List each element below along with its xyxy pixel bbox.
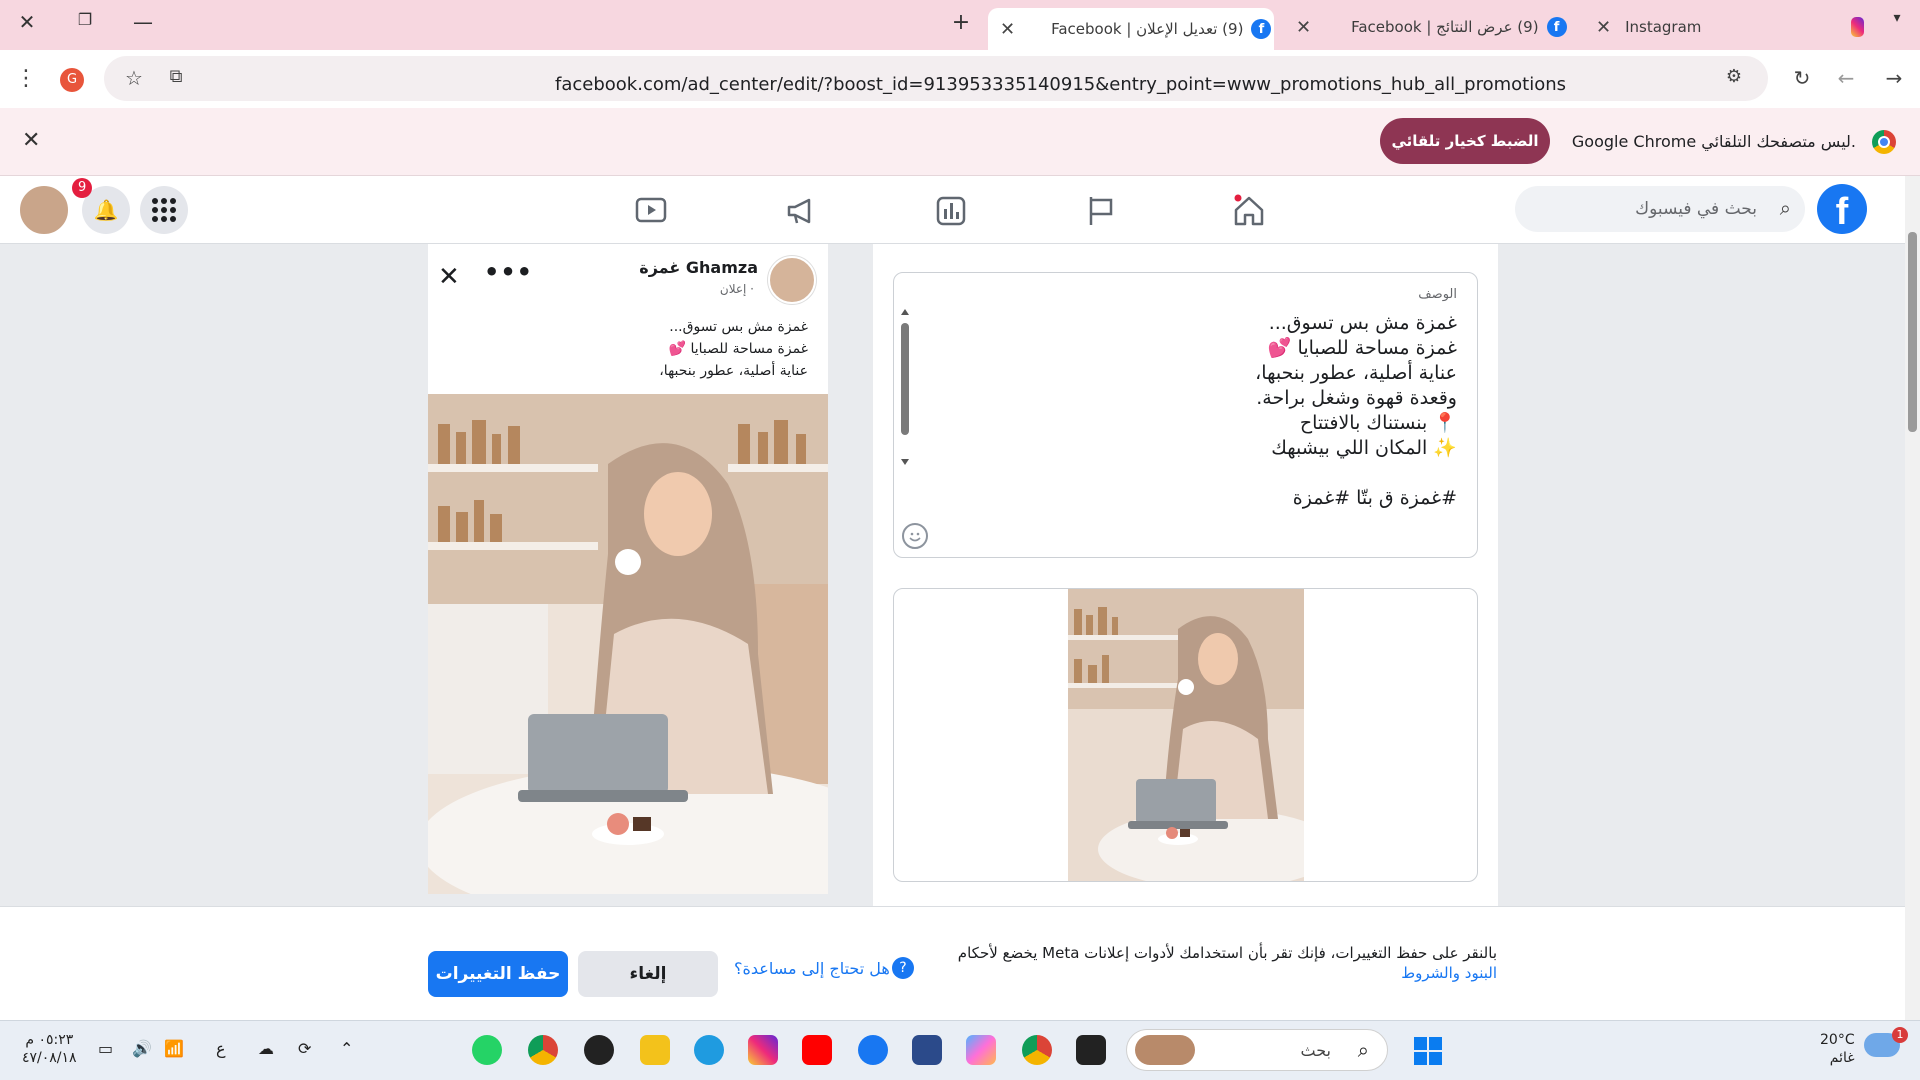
browser-toolbar: ⋮ ☆ ⧉ facebook.com/ad_center/edit/?boost… [0, 50, 1920, 108]
tab-close-icon[interactable]: ✕ [1000, 19, 1015, 40]
search-icon: ⌕ [1357, 1038, 1369, 1062]
facebook-logo[interactable]: f [1817, 184, 1867, 234]
tab-close-icon[interactable]: ✕ [1296, 17, 1311, 38]
more-options-icon[interactable]: ••• [484, 258, 533, 286]
facebook-icon: f [1251, 19, 1272, 39]
tab-search-chevron-icon[interactable]: ▾ [1882, 10, 1912, 26]
chevron-up-icon[interactable]: ⌃ [340, 1039, 353, 1058]
wifi-icon[interactable]: 📶 [164, 1039, 184, 1058]
tab-title: (9) تعديل الإعلان | Facebook [1051, 20, 1244, 38]
ad-text-preview: غمزة مش بس تسوق... غمزة مساحة للصبايا 💕 … [659, 319, 808, 379]
address-bar[interactable]: ☆ ⧉ facebook.com/ad_center/edit/?boost_i… [104, 56, 1768, 101]
file-explorer-icon[interactable] [640, 1035, 670, 1065]
ad-image [428, 394, 828, 894]
tab-title: Instagram [1625, 18, 1702, 36]
cast-icon[interactable]: ⧉ [162, 66, 190, 87]
instagram-icon [1851, 17, 1864, 37]
search-highlight-image [1135, 1035, 1195, 1065]
page-avatar [768, 256, 816, 304]
chrome-taskbar-icon[interactable] [528, 1035, 558, 1065]
volume-icon[interactable]: 🔊 [132, 1039, 152, 1058]
tab-edit-ad[interactable]: ✕ (9) تعديل الإعلان | Facebook f [988, 8, 1274, 50]
description-scrollbar[interactable] [900, 307, 910, 467]
sync-icon[interactable]: ⟳ [298, 1039, 311, 1058]
close-icon[interactable]: ✕ [22, 128, 40, 153]
action-footer: بالنقر على حفظ التغييرات، فإنك تقر بأن ا… [0, 906, 1905, 1020]
battery-icon[interactable]: ▭ [98, 1039, 113, 1058]
ad-image-thumbnail[interactable] [1068, 589, 1304, 882]
facebook-search-input[interactable]: ⌕ بحث في فيسبوك [1515, 186, 1805, 232]
video-icon[interactable] [634, 194, 668, 228]
menu-kebab-icon[interactable]: ⋮ [12, 66, 40, 91]
facebook-taskbar-icon[interactable] [858, 1035, 888, 1065]
tab-close-icon[interactable]: ✕ [1596, 17, 1611, 38]
home-icon[interactable] [1232, 194, 1266, 228]
close-window-icon[interactable]: ✕ [12, 10, 42, 34]
weather-badge: 1 [1892, 1027, 1908, 1043]
edge-icon[interactable] [694, 1035, 724, 1065]
taskbar-search-input[interactable]: بحث ⌕ [1126, 1029, 1388, 1071]
default-browser-infobar: ✕ الضبط كخيار تلقائي Google Chrome ليس م… [0, 108, 1920, 176]
reload-icon[interactable]: ↻ [1788, 66, 1816, 90]
close-icon[interactable]: ✕ [438, 262, 460, 292]
back-icon[interactable]: ← [1832, 66, 1860, 90]
windows-start-icon[interactable] [1414, 1037, 1442, 1065]
url-text[interactable]: facebook.com/ad_center/edit/?boost_id=91… [555, 74, 1566, 95]
terms-notice: بالنقر على حفظ التغييرات، فإنك تقر بأن ا… [957, 944, 1497, 982]
instagram-taskbar-icon[interactable] [748, 1035, 778, 1065]
page-name: غمزة Ghamza [639, 258, 758, 277]
search-icon: ⌕ [1779, 196, 1791, 220]
avatar[interactable] [18, 184, 70, 236]
new-tab-icon[interactable]: + [946, 10, 976, 35]
language-indicator[interactable]: ع [216, 1039, 226, 1058]
tab-instagram[interactable]: ✕ Instagram [1584, 8, 1864, 46]
system-clock[interactable]: ٠٥:٢٣ م ٤٧/٠٨/١٨ [22, 1031, 77, 1067]
site-settings-icon[interactable]: ⚙ [1720, 66, 1748, 87]
description-label: الوصف [1418, 287, 1457, 302]
megaphone-icon[interactable] [784, 194, 818, 228]
store-icon[interactable] [912, 1035, 942, 1065]
insights-icon[interactable] [934, 194, 968, 228]
chrome-profile-taskbar-icon[interactable] [1022, 1035, 1052, 1065]
help-icon[interactable]: ? [892, 957, 914, 979]
infobar-message: Google Chrome ليس متصفحك التلقائي. [1571, 132, 1856, 151]
help-link[interactable]: هل تحتاج إلى مساعدة؟ [734, 959, 890, 978]
description-field[interactable]: الوصف غمزة مش بس تسوق... غمزة مساحة للصب… [893, 272, 1478, 558]
profile-avatar[interactable]: G [60, 68, 84, 92]
description-text[interactable]: غمزة مش بس تسوق... غمزة مساحة للصبايا 💕 … [937, 311, 1457, 511]
restore-window-icon[interactable]: ❐ [70, 10, 100, 29]
scrollbar-thumb[interactable] [1908, 232, 1917, 432]
menu-grid-icon[interactable] [140, 186, 188, 234]
tab-view-results[interactable]: ✕ (9) عرض النتائج | Facebook f [1290, 8, 1580, 46]
minimize-window-icon[interactable]: — [128, 10, 158, 34]
browser-tab-strip: ✕ ❐ — + ✕ (9) تعديل الإعلان | Facebook f… [0, 0, 1920, 50]
facebook-header: 🔔 9 ⌕ بحث في فيسبوك f [0, 176, 1905, 244]
page-scrollbar[interactable] [1905, 176, 1920, 1020]
pages-flag-icon[interactable] [1084, 194, 1118, 228]
tab-title: (9) عرض النتائج | Facebook [1351, 18, 1539, 36]
emoji-icon[interactable] [902, 523, 928, 549]
chrome-icon [1872, 130, 1896, 154]
whatsapp-icon[interactable] [472, 1035, 502, 1065]
ad-preview: ✕ ••• غمزة Ghamza إعلان · غمزة مش بس تسو… [428, 244, 828, 894]
media-player-icon[interactable] [584, 1035, 614, 1065]
media-card[interactable] [893, 588, 1478, 882]
cancel-button[interactable]: إلغاء [578, 951, 718, 997]
copilot-icon[interactable] [966, 1035, 996, 1065]
weather-widget[interactable]: 20°C غائم [1820, 1031, 1855, 1067]
set-default-button[interactable]: الضبط كخيار تلقائي [1380, 118, 1550, 164]
youtube-icon[interactable] [802, 1035, 832, 1065]
save-changes-button[interactable]: حفظ التغييرات [428, 951, 568, 997]
cloud-offline-icon[interactable]: ☁ [258, 1039, 274, 1058]
terminal-icon[interactable] [1076, 1035, 1106, 1065]
windows-taskbar: ٠٥:٢٣ م ٤٧/٠٨/١٨ ▭ 🔊 📶 ع ☁ ⟳ ⌃ بحث ⌕ 20°… [0, 1020, 1920, 1080]
terms-link[interactable]: البنود والشروط [1401, 964, 1497, 982]
forward-icon[interactable]: → [1880, 66, 1908, 90]
facebook-icon: f [1546, 17, 1567, 37]
sponsored-label: إعلان · [719, 282, 754, 296]
star-icon[interactable]: ☆ [120, 66, 148, 90]
